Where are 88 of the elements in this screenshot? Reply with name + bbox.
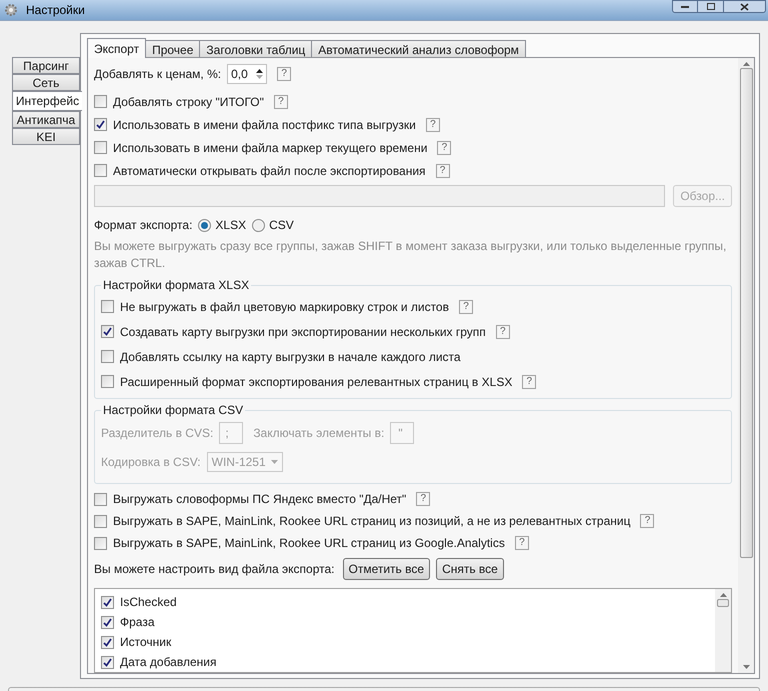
option-label: Фраза bbox=[120, 614, 155, 631]
checkbox[interactable] bbox=[101, 350, 114, 363]
help-button[interactable]: ? bbox=[416, 492, 430, 506]
checkbox[interactable] bbox=[101, 656, 114, 668]
side-tab[interactable]: Парсинг bbox=[12, 57, 80, 74]
checkbox[interactable] bbox=[94, 95, 107, 108]
group-title: Настройки формата CSV bbox=[102, 402, 244, 419]
minimize-button[interactable] bbox=[672, 0, 698, 13]
checkbox[interactable] bbox=[101, 375, 114, 388]
checkmark-icon bbox=[103, 658, 112, 666]
option-label: Автоматически открывать файл после экспортирования bbox=[113, 162, 426, 180]
encoding-label: Кодировка в CSV: bbox=[101, 454, 201, 471]
close-button[interactable] bbox=[724, 0, 766, 13]
format-label: Формат экспорта: bbox=[94, 217, 192, 234]
radio-button[interactable] bbox=[198, 218, 212, 232]
checkbox[interactable] bbox=[101, 636, 114, 648]
option-label: Выгружать словоформы ПС Яндекс вместо "Да/Нет" bbox=[113, 491, 406, 508]
checkbox[interactable] bbox=[94, 164, 107, 177]
dropdown-arrow-icon bbox=[270, 460, 278, 464]
help-button[interactable]: ? bbox=[458, 300, 473, 314]
enclose-label: Заключать элементы в: bbox=[253, 425, 384, 442]
side-tab[interactable]: Сеть bbox=[12, 74, 80, 91]
scroll-up-icon bbox=[742, 62, 750, 66]
select-button[interactable]: Отметить все bbox=[342, 558, 430, 580]
checkmark-icon bbox=[103, 598, 112, 606]
option-label: Создавать карту выгрузки при экспортировании нескольких групп bbox=[120, 324, 486, 340]
group-title: Настройки формата XLSX bbox=[102, 277, 250, 294]
tab[interactable]: Заголовки таблиц bbox=[200, 40, 312, 58]
checkbox[interactable] bbox=[101, 616, 114, 628]
tab[interactable]: Автоматический анализ словоформ bbox=[312, 40, 526, 58]
checkbox[interactable] bbox=[94, 141, 107, 154]
option-label: Выгружать в SAPE, MainLink, Rookee URL страниц из Google.Analytics bbox=[113, 535, 505, 552]
hint-text: Вы можете выгружать сразу все группы, зажав SHIFT в момент заказа выгрузки, или только выделенные группы, зажав CTRL. bbox=[94, 238, 728, 272]
option-label: Не выгружать в файл цветовую маркировку строк и листов bbox=[120, 298, 449, 316]
option-label: IsChecked bbox=[120, 594, 177, 611]
scrollbar[interactable] bbox=[738, 58, 754, 673]
checkbox[interactable] bbox=[101, 325, 114, 338]
side-tab[interactable]: Интерфейс bbox=[12, 91, 82, 111]
checkbox[interactable] bbox=[94, 536, 107, 550]
help-button[interactable]: ? bbox=[640, 514, 654, 528]
select-button[interactable]: Снять все bbox=[436, 558, 504, 580]
scroll-down-icon bbox=[742, 665, 750, 669]
help-button[interactable]: ? bbox=[436, 164, 450, 178]
help-button[interactable]: ? bbox=[277, 67, 292, 81]
checkbox[interactable] bbox=[101, 596, 114, 608]
checkmark-icon bbox=[103, 618, 112, 626]
help-button[interactable]: ? bbox=[426, 118, 440, 132]
scroll-thumb[interactable] bbox=[740, 68, 752, 558]
tab[interactable]: Прочее bbox=[146, 40, 200, 58]
checkmark-icon bbox=[103, 327, 112, 336]
radio-label: CSV bbox=[269, 217, 294, 234]
tab[interactable]: Экспорт bbox=[87, 38, 146, 58]
separator-label: Разделитель в CVS: bbox=[101, 425, 214, 442]
scroll-up-icon bbox=[720, 593, 726, 597]
price-label: Добавлять к ценам, %: bbox=[94, 66, 222, 83]
checkmark-icon bbox=[103, 638, 112, 646]
gear-icon bbox=[4, 3, 18, 17]
option-label: Добавлять строку "ИТОГО" bbox=[113, 94, 264, 110]
radio-label: XLSX bbox=[215, 217, 246, 234]
option-label: Использовать в имени файла маркер текущего времени bbox=[113, 140, 428, 156]
checkbox[interactable] bbox=[94, 514, 107, 528]
option-label: Использовать в имени файла постфикс типа выгрузки bbox=[113, 116, 416, 134]
option-label: Выгружать в SAPE, MainLink, Rookee URL страниц из позиций, а не из релевантных страниц bbox=[113, 513, 630, 530]
maximize-button[interactable] bbox=[698, 0, 724, 13]
spin-arrows-icon bbox=[256, 68, 264, 80]
side-tab[interactable]: Антикапча bbox=[12, 111, 80, 128]
help-button[interactable]: ? bbox=[437, 140, 452, 154]
close-icon bbox=[740, 2, 749, 10]
checkmark-icon bbox=[96, 120, 105, 129]
scrollbar[interactable] bbox=[715, 589, 731, 672]
option-label: Расширенный формат экспортирования релевантных страниц в XLSX bbox=[120, 374, 512, 390]
checkbox[interactable] bbox=[101, 300, 114, 313]
help-button[interactable]: ? bbox=[522, 374, 536, 388]
side-tab[interactable]: KEI bbox=[12, 128, 80, 145]
scroll-thumb[interactable] bbox=[717, 599, 729, 607]
radio-button[interactable] bbox=[252, 218, 266, 232]
help-button[interactable]: ? bbox=[274, 94, 288, 108]
checkbox[interactable] bbox=[94, 492, 107, 506]
export-view-label: Вы можете настроить вид файла экспорта: bbox=[94, 561, 334, 578]
option-label: Дата добавления bbox=[120, 654, 216, 671]
option-label: Источник bbox=[120, 634, 172, 651]
file-path-field[interactable] bbox=[94, 185, 666, 207]
option-label: Добавлять ссылку на карту выгрузки в начале каждого листа bbox=[120, 348, 461, 366]
window-title: Настройки bbox=[26, 2, 85, 19]
help-button[interactable]: ? bbox=[514, 536, 529, 550]
price-spinner[interactable]: 0,0 bbox=[227, 64, 268, 84]
checkbox[interactable] bbox=[94, 118, 107, 131]
help-button[interactable]: ? bbox=[496, 324, 510, 338]
